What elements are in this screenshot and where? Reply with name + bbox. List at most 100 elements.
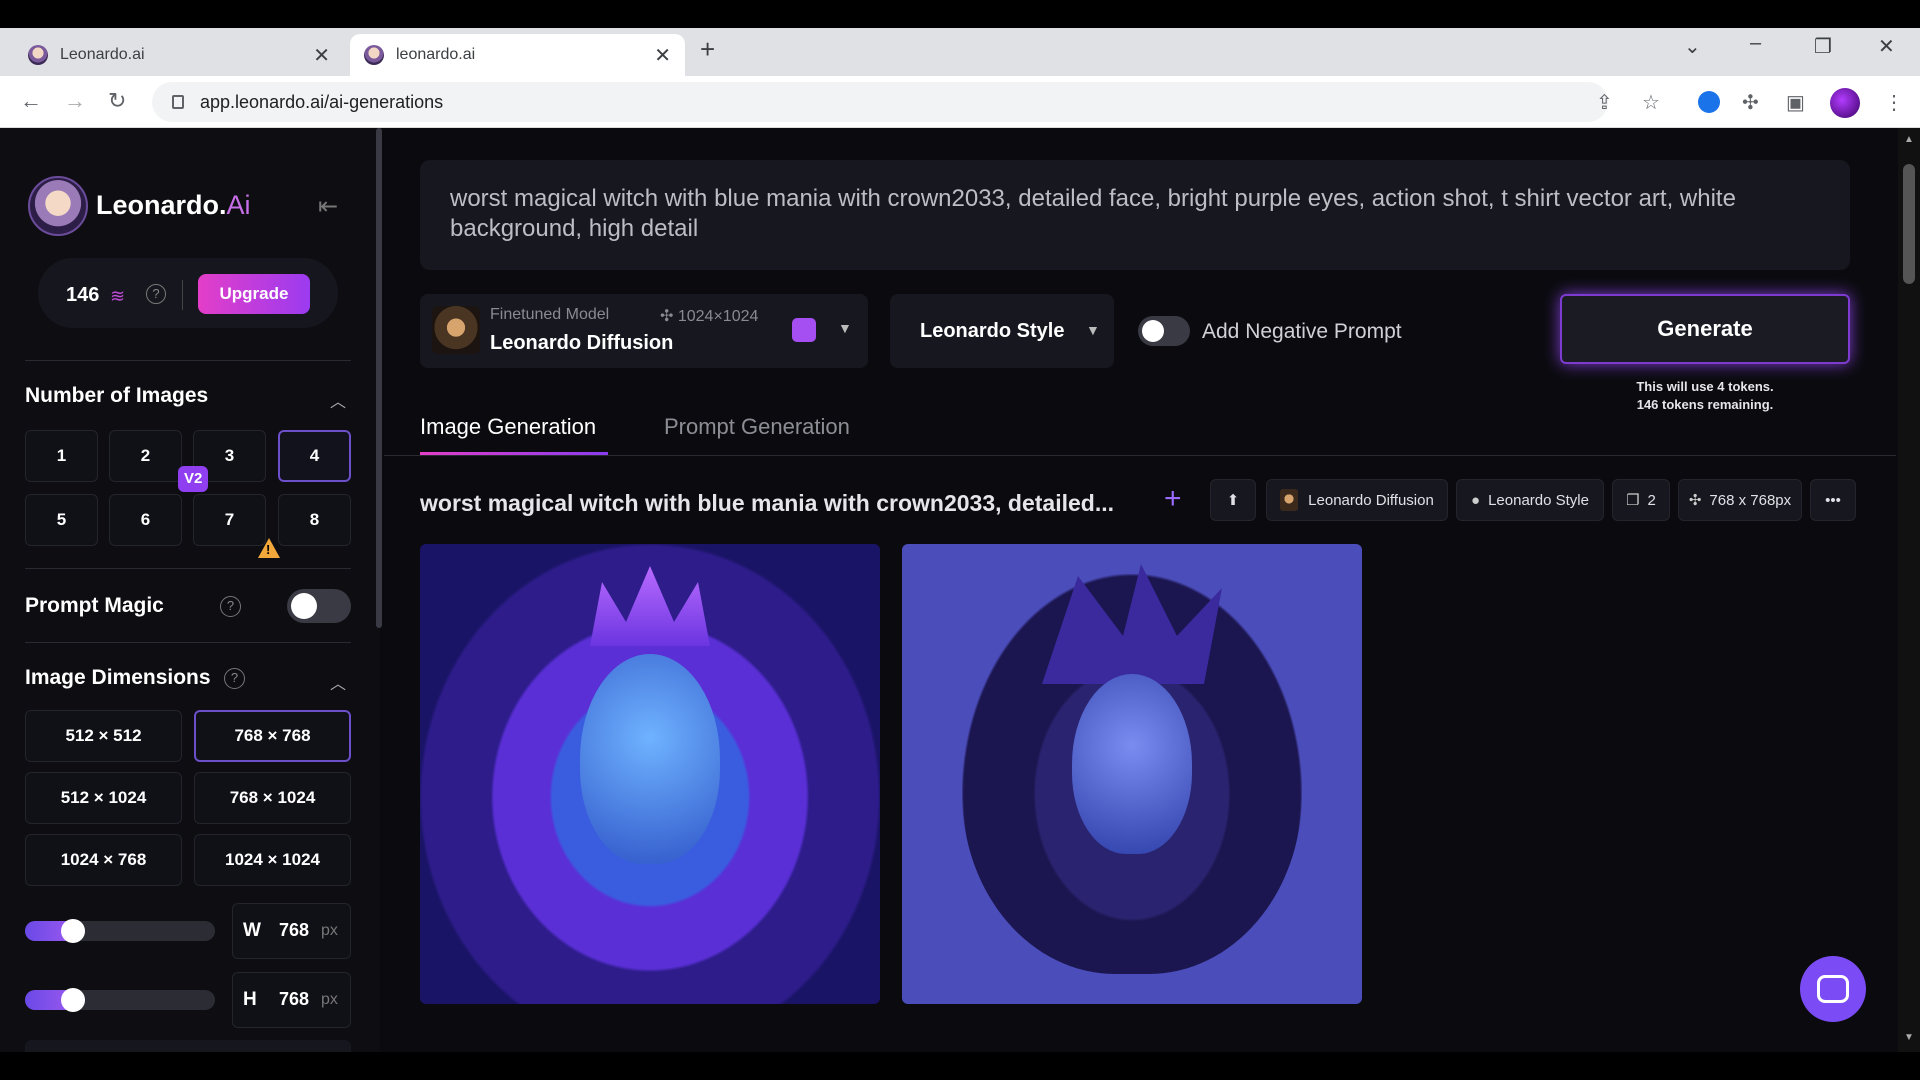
browser-menu-icon[interactable]: ⋮ xyxy=(1884,90,1904,115)
prompt-magic-toggle[interactable] xyxy=(287,589,351,623)
back-icon[interactable]: ← xyxy=(20,88,42,114)
size-chip-label: 768 x 768px xyxy=(1709,491,1792,509)
add-icon[interactable]: + xyxy=(1164,482,1182,516)
height-value[interactable]: 768 xyxy=(279,989,309,1010)
model-resolution-value: 1024×1024 xyxy=(677,308,759,325)
prompt-input[interactable]: worst magical witch with blue mania with… xyxy=(420,160,1850,270)
generated-image-2[interactable] xyxy=(902,544,1362,1004)
generated-image-1[interactable] xyxy=(420,544,880,1004)
collapse-sidebar-icon[interactable]: ⇤ xyxy=(318,192,338,221)
negative-prompt-label: Add Negative Prompt xyxy=(1202,320,1402,343)
images-icon: ❐ xyxy=(1626,492,1640,509)
model-notes-icon[interactable] xyxy=(792,318,816,342)
scroll-up-icon[interactable]: ▲ xyxy=(1904,134,1914,145)
generate-button[interactable]: Generate xyxy=(1560,294,1850,364)
num-images-1[interactable]: 1 xyxy=(25,430,98,482)
num-images-4[interactable]: 4 xyxy=(278,430,351,482)
model-resolution: ✣ 1024×1024 xyxy=(660,308,759,325)
height-field[interactable]: H 768 px xyxy=(232,972,351,1028)
num-images-6[interactable]: 6 xyxy=(109,494,182,546)
dim-512x1024[interactable]: 512 × 1024 xyxy=(25,772,182,824)
slider-thumb[interactable] xyxy=(61,919,85,943)
num-images-2[interactable]: 2 xyxy=(109,430,182,482)
model-thumbnail xyxy=(1280,489,1299,511)
style-value: Leonardo Style xyxy=(920,320,1065,342)
divider xyxy=(25,360,351,361)
extensions-puzzle-icon[interactable]: ✣ xyxy=(1742,90,1759,115)
drop-icon: ● xyxy=(1471,491,1481,509)
width-value[interactable]: 768 xyxy=(279,920,309,941)
reuse-prompt-button[interactable]: ⬆ xyxy=(1210,479,1256,521)
image-art xyxy=(1072,674,1192,854)
style-chip: ● Leonardo Style xyxy=(1456,479,1604,521)
width-field[interactable]: W 768 px xyxy=(232,903,351,959)
close-tab-icon[interactable]: ✕ xyxy=(654,43,671,68)
style-select[interactable]: Leonardo Style ▼ xyxy=(890,294,1114,368)
model-thumbnail xyxy=(432,306,480,354)
browser-tab-title: Leonardo.ai xyxy=(60,46,145,63)
reload-icon[interactable]: ↻ xyxy=(108,88,126,114)
model-selector[interactable]: Finetuned Model ✣ 1024×1024 Leonardo Dif… xyxy=(420,294,868,368)
minimize-icon[interactable]: – xyxy=(1750,32,1761,55)
image-count-chip: ❐ 2 xyxy=(1612,479,1670,521)
help-icon[interactable]: ? xyxy=(146,284,166,304)
dim-1024x1024[interactable]: 1024 × 1024 xyxy=(194,834,351,886)
dim-512x512[interactable]: 512 × 512 xyxy=(25,710,182,762)
warning-mark: ! xyxy=(266,542,271,557)
share-icon[interactable]: ⇪ xyxy=(1596,90,1613,115)
width-slider[interactable] xyxy=(25,919,215,943)
v2-badge: V2 xyxy=(178,466,209,492)
chevron-up-icon[interactable]: ︿ xyxy=(330,670,346,694)
new-tab-icon[interactable]: + xyxy=(700,34,715,65)
tab-image-generation[interactable]: Image Generation xyxy=(420,414,596,440)
dim-1024x768[interactable]: 1024 × 768 xyxy=(25,834,182,886)
close-tab-icon[interactable]: ✕ xyxy=(313,43,330,68)
tab-search-icon[interactable]: ⌄ xyxy=(1684,34,1701,59)
help-icon[interactable]: ? xyxy=(224,668,245,689)
browser-tab-1[interactable]: Leonardo.ai ✕ xyxy=(14,34,344,76)
chevron-down-icon: ▼ xyxy=(1086,322,1100,338)
extension-icon[interactable] xyxy=(1698,91,1720,113)
num-images-8[interactable]: 8 xyxy=(278,494,351,546)
main-scrollbar[interactable]: ▲ ▼ xyxy=(1898,128,1920,1052)
scrollbar-thumb[interactable] xyxy=(1903,164,1915,284)
height-slider[interactable] xyxy=(25,988,215,1012)
scroll-down-icon[interactable]: ▼ xyxy=(1904,1032,1914,1043)
dim-768x768[interactable]: 768 × 768 xyxy=(194,710,351,762)
dim-768x1024[interactable]: 768 × 1024 xyxy=(194,772,351,824)
chevron-up-icon[interactable]: ︿ xyxy=(330,388,346,412)
side-panel-icon[interactable]: ▣ xyxy=(1786,90,1805,115)
arrow-up-icon: ⬆ xyxy=(1226,492,1240,509)
upgrade-button[interactable]: Upgrade xyxy=(198,274,310,314)
profile-avatar[interactable] xyxy=(1830,88,1860,118)
browser-address-bar: ← → ↻ app.leonardo.ai/ai-generations ⇪ ☆… xyxy=(0,76,1920,128)
chevron-down-icon[interactable]: ▼ xyxy=(838,320,852,336)
help-icon[interactable]: ? xyxy=(220,596,241,617)
size-chip: ✣ 768 x 768px xyxy=(1678,479,1802,521)
num-images-5[interactable]: 5 xyxy=(25,494,98,546)
toggle-knob xyxy=(291,593,317,619)
num-images-7[interactable]: 7 xyxy=(193,494,266,546)
prompt-magic-title: Prompt Magic xyxy=(25,594,164,617)
restore-icon[interactable]: ❐ xyxy=(1814,34,1832,59)
model-chip-label: Leonardo Diffusion xyxy=(1308,491,1434,509)
model-chip: Leonardo Diffusion xyxy=(1266,479,1448,521)
number-of-images-title: Number of Images xyxy=(25,384,209,407)
divider xyxy=(384,455,1896,456)
chat-support-button[interactable] xyxy=(1800,956,1866,1022)
sidebar-scrollbar[interactable] xyxy=(376,128,382,628)
browser-tab-2[interactable]: leonardo.ai ✕ xyxy=(350,34,685,76)
tab-prompt-generation[interactable]: Prompt Generation xyxy=(664,414,850,440)
token-coins-icon: ≋ xyxy=(110,286,126,306)
slider-thumb[interactable] xyxy=(61,988,85,1012)
forward-icon[interactable]: → xyxy=(64,88,86,114)
lock-icon xyxy=(172,95,184,109)
token-usage-note: This will use 4 tokens. 146 tokens remai… xyxy=(1560,378,1850,414)
brand-name-suffix: Ai xyxy=(226,190,251,220)
bookmark-star-icon[interactable]: ☆ xyxy=(1642,90,1660,115)
more-options-button[interactable]: ••• xyxy=(1810,479,1856,521)
close-window-icon[interactable]: ✕ xyxy=(1878,34,1895,59)
leonardo-logo xyxy=(28,176,88,236)
negative-prompt-toggle[interactable] xyxy=(1138,316,1190,346)
url-field[interactable]: app.leonardo.ai/ai-generations xyxy=(152,82,1608,122)
